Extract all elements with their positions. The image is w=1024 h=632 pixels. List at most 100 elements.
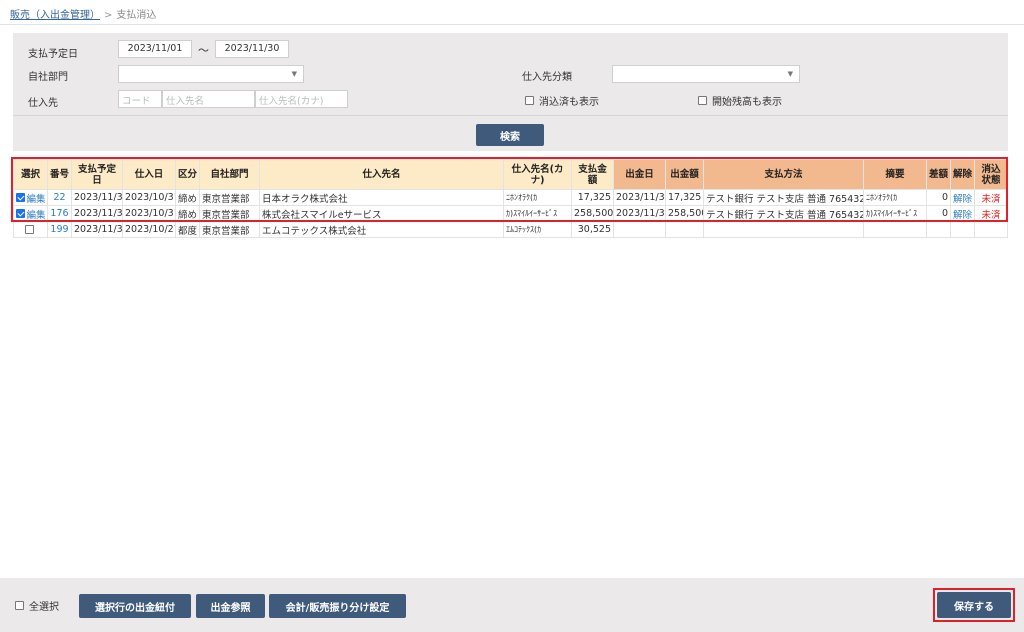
- edit-link[interactable]: 編集: [27, 207, 46, 221]
- row-purchase-date: 2023/10/27: [122, 221, 176, 238]
- show-cleared-checkbox[interactable]: 消込済も表示: [525, 93, 599, 108]
- row-method: テスト銀行 テスト支店 普通 7654321: [703, 205, 864, 222]
- chevron-down-icon: ▼: [787, 70, 793, 78]
- breadcrumb: 販売（入出金管理） > 支払消込: [10, 6, 156, 21]
- row-supplier: 日本オラク株式会社: [259, 189, 504, 206]
- row-supplier: 株式会社スマイルeサービス: [259, 205, 504, 222]
- col-memo: 摘要: [863, 159, 927, 190]
- row-dept: 東京営業部: [199, 221, 260, 238]
- col-amount: 支払金額: [571, 159, 614, 190]
- edit-link[interactable]: 編集: [27, 191, 46, 205]
- col-method: 支払方法: [703, 159, 864, 190]
- row-amount: 17,325: [571, 189, 614, 206]
- row-status: 未済: [974, 205, 1008, 222]
- row-out-date: 2023/11/30: [613, 205, 666, 222]
- row-purchase-date: 2023/10/31: [122, 189, 176, 206]
- pay-date-label: 支払予定日: [28, 49, 78, 60]
- search-button[interactable]: 検索: [476, 124, 544, 146]
- col-out-date: 出金日: [613, 159, 666, 190]
- row-method: [703, 221, 864, 238]
- row-release-link[interactable]: 解除: [950, 189, 975, 206]
- col-type: 区分: [175, 159, 200, 190]
- breadcrumb-parent-link[interactable]: 販売（入出金管理）: [10, 10, 100, 21]
- row-select-checkbox[interactable]: [25, 225, 34, 234]
- supplier-class-select[interactable]: ▼: [612, 65, 800, 83]
- select-all-label: 全選択: [29, 602, 59, 613]
- search-panel-divider: [13, 115, 1008, 116]
- row-method: テスト銀行 テスト支店 普通 7654321: [703, 189, 864, 206]
- table-header-row: 選択 番号 支払予定日 仕入日 区分 自社部門 仕入先名 仕入先名(カナ) 支払…: [13, 159, 1008, 190]
- table-row: 編集 22 2023/11/30 2023/10/31 締め 東京営業部 日本オ…: [13, 189, 1008, 206]
- row-type: 締め: [175, 205, 200, 222]
- col-supplier: 仕入先名: [259, 159, 504, 190]
- row-release-link[interactable]: [950, 221, 975, 238]
- supplier-name-input[interactable]: 仕入先名: [162, 90, 255, 108]
- link-withdrawal-button[interactable]: 選択行の出金紐付: [79, 594, 191, 618]
- row-purchase-date: 2023/10/31: [122, 205, 176, 222]
- pay-date-to-input[interactable]: 2023/11/30: [215, 40, 289, 58]
- split-settings-button[interactable]: 会計/販売振り分け設定: [269, 594, 406, 618]
- row-pay-date: 2023/11/30: [71, 205, 123, 222]
- supplier-kana-input[interactable]: 仕入先名(カナ): [255, 90, 348, 108]
- row-diff: 0: [926, 205, 951, 222]
- col-select: 選択: [13, 159, 48, 190]
- row-number-link[interactable]: 22: [47, 189, 72, 206]
- row-amount: 30,525: [571, 221, 614, 238]
- row-out-date: [613, 221, 666, 238]
- row-memo: ｶ)ｽﾏｲﾙｲｰｻｰﾋﾞｽ: [863, 205, 927, 222]
- col-diff: 差額: [926, 159, 951, 190]
- row-out-amount: 17,325: [665, 189, 704, 206]
- pay-date-from-input[interactable]: 2023/11/01: [118, 40, 192, 58]
- supplier-code-input[interactable]: コード: [118, 90, 162, 108]
- row-number-link[interactable]: 199: [47, 221, 72, 238]
- payment-table: 選択 番号 支払予定日 仕入日 区分 自社部門 仕入先名 仕入先名(カナ) 支払…: [13, 159, 1008, 238]
- row-supplier-kana: ｴﾑｺﾃｯｸｽ(ｶ: [503, 221, 572, 238]
- col-out-amount: 出金額: [665, 159, 704, 190]
- dept-label: 自社部門: [28, 72, 68, 83]
- table-row: 199 2023/11/30 2023/10/27 都度 東京営業部 エムコテッ…: [13, 221, 1008, 238]
- row-select-checkbox[interactable]: [15, 209, 25, 218]
- col-purchase-date: 仕入日: [122, 159, 176, 190]
- row-type: 都度: [175, 221, 200, 238]
- checkbox-icon: [15, 601, 24, 610]
- row-number-link[interactable]: 176: [47, 205, 72, 222]
- row-diff: [926, 221, 951, 238]
- row-supplier-kana: ｶ)ｽﾏｲﾙｲｰｻｰﾋﾞｽ: [503, 205, 572, 222]
- row-pay-date: 2023/11/30: [71, 189, 123, 206]
- col-pay-date: 支払予定日: [71, 159, 123, 190]
- row-dept: 東京営業部: [199, 189, 260, 206]
- row-status: [974, 221, 1008, 238]
- row-memo: ﾆﾎﾝｵﾗｸ(ｶ: [863, 189, 927, 206]
- show-opening-label: 開始残高も表示: [712, 97, 782, 108]
- withdrawal-ref-button[interactable]: 出金参照: [196, 594, 265, 618]
- table-row: 編集 176 2023/11/30 2023/10/31 締め 東京営業部 株式…: [13, 205, 1008, 222]
- row-diff: 0: [926, 189, 951, 206]
- dept-select[interactable]: ▼: [118, 65, 304, 83]
- row-release-link[interactable]: 解除: [950, 205, 975, 222]
- col-release: 解除: [950, 159, 975, 190]
- col-status: 消込状態: [974, 159, 1008, 190]
- select-all-checkbox[interactable]: 全選択: [15, 598, 59, 613]
- row-supplier-kana: ﾆﾎﾝｵﾗｸ(ｶ: [503, 189, 572, 206]
- chevron-down-icon: ▼: [291, 70, 297, 78]
- checkbox-icon: [698, 96, 707, 105]
- save-button[interactable]: 保存する: [937, 592, 1011, 618]
- breadcrumb-separator: >: [104, 10, 113, 21]
- row-dept: 東京営業部: [199, 205, 260, 222]
- row-type: 締め: [175, 189, 200, 206]
- breadcrumb-current: 支払消込: [116, 10, 157, 21]
- supplier-class-label: 仕入先分類: [522, 72, 572, 83]
- col-number: 番号: [47, 159, 72, 190]
- row-out-amount: [665, 221, 704, 238]
- row-select-checkbox[interactable]: [15, 193, 25, 202]
- row-pay-date: 2023/11/30: [71, 221, 123, 238]
- row-memo: [863, 221, 927, 238]
- col-dept: 自社部門: [199, 159, 260, 190]
- show-opening-checkbox[interactable]: 開始残高も表示: [698, 93, 782, 108]
- col-supplier-kana: 仕入先名(カナ): [503, 159, 572, 190]
- supplier-label: 仕入先: [28, 98, 58, 109]
- row-out-date: 2023/11/30: [613, 189, 666, 206]
- row-status: 未済: [974, 189, 1008, 206]
- show-cleared-label: 消込済も表示: [539, 97, 599, 108]
- checkbox-icon: [525, 96, 534, 105]
